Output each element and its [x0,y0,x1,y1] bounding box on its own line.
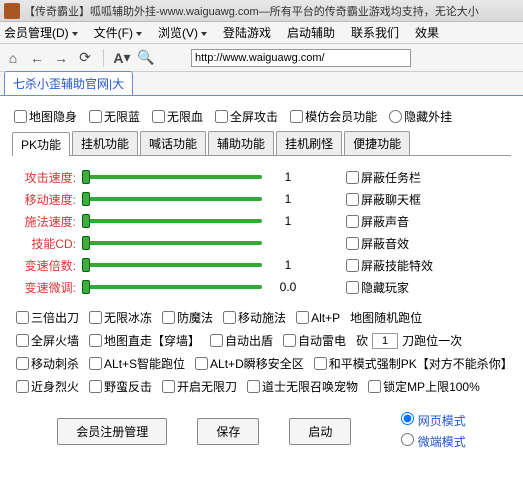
url-input[interactable] [191,49,411,67]
mode-radios: 网页模式 微端模式 [401,412,465,450]
check-mute-sound[interactable]: 屏蔽声音 [346,210,516,232]
save-button[interactable]: 保存 [197,418,259,445]
top-options-row: 地图隐身 无限蓝 无限血 全屏攻击 模仿会员功能 隐藏外挂 [6,104,517,129]
slider-cast-speed[interactable] [82,219,262,223]
menu-start[interactable]: 启动辅助 [287,24,335,41]
check-screen-attack[interactable]: 全屏攻击 [215,108,278,125]
check-peace-pk[interactable]: 和平模式强制PK【对方不能杀你】 [314,355,513,372]
radio-micro-mode[interactable]: 微端模式 [401,433,465,450]
tab-grind[interactable]: 挂机刷怪 [276,131,342,155]
radio-web-mode[interactable]: 网页模式 [401,412,465,429]
val-speed-mult: 1 [268,258,308,272]
main-area: 攻击速度: 1 移动速度: 1 施法速度: 1 技能CD: 变速倍数: [6,156,517,302]
val-speed-fine: 0.0 [268,280,308,294]
button-row: 会员注册管理 保存 启动 网页模式 微端模式 [6,402,517,454]
options-grid: 三倍出刀 无限冰冻 防魔法 移动施法 Alt+P 地图随机跑位 全屏火墙 地图直… [6,302,517,402]
tab-pk[interactable]: PK功能 [12,132,70,156]
check-alt-s[interactable]: ALt+S智能跑位 [89,355,185,372]
label-speed-mult: 变速倍数: [16,257,76,274]
check-inf-summon[interactable]: 道士无限召唤宠物 [247,378,358,395]
label-move-speed: 移动速度: [16,191,76,208]
refresh-icon[interactable]: ⟳ [76,49,94,67]
check-barbaric[interactable]: 野蛮反击 [89,378,152,395]
input-slash-count[interactable] [372,333,398,349]
check-inf-hp[interactable]: 无限血 [152,108,203,125]
check-mute-sfx[interactable]: 屏蔽音效 [346,232,516,254]
check-close-fire[interactable]: 近身烈火 [16,378,79,395]
check-lock-mp[interactable]: 锁定MP上限100% [368,378,480,395]
check-map-stealth[interactable]: 地图隐身 [14,108,77,125]
browser-tab[interactable]: 七杀小歪辅助官网|大 [4,71,133,95]
check-anti-magic[interactable]: 防魔法 [162,309,213,326]
menu-login[interactable]: 登陆游戏 [223,24,271,41]
menu-member[interactable]: 会员管理(D) [4,24,78,41]
check-hide-skill-fx[interactable]: 屏蔽技能特效 [346,254,516,276]
check-screen-firewall[interactable]: 全屏火墙 [16,332,79,349]
back-icon[interactable]: ← [28,49,46,67]
slider-speed-mult[interactable] [82,263,262,267]
slider-atk-speed[interactable] [82,175,262,179]
separator [103,49,104,67]
right-checks: 屏蔽任务栏 屏蔽聊天框 屏蔽声音 屏蔽音效 屏蔽技能特效 隐藏玩家 [346,166,516,298]
slider-move-speed[interactable] [82,197,262,201]
label-map-random: 地图随机跑位 [350,309,422,326]
menu-effect[interactable]: 效果 [415,24,439,41]
member-register-button[interactable]: 会员注册管理 [57,418,167,445]
check-auto-thunder[interactable]: 自动雷电 [283,332,346,349]
tab-shout[interactable]: 喊话功能 [140,131,206,155]
check-hide-chat[interactable]: 屏蔽聊天框 [346,188,516,210]
label-kan: 砍 [356,332,368,349]
check-alt-d[interactable]: ALt+D瞬移安全区 [195,355,304,372]
menu-file[interactable]: 文件(F) [94,24,142,41]
tab-assist[interactable]: 辅助功能 [208,131,274,155]
check-inf-mana[interactable]: 无限蓝 [89,108,140,125]
app-icon [4,3,20,19]
home-icon[interactable]: ⌂ [4,49,22,67]
check-alt-p[interactable]: Alt+P [296,311,340,325]
search-icon[interactable]: 🔍 [137,49,155,67]
start-button[interactable]: 启动 [289,418,351,445]
forward-icon[interactable]: → [52,49,70,67]
label-speed-fine: 变速微调: [16,279,76,296]
label-slash-suffix: 刀跑位一次 [402,332,462,349]
check-hide-players[interactable]: 隐藏玩家 [346,276,516,298]
titlebar: 【传奇霸业】呱呱辅助外挂-www.waiguawg.com—所有平台的传奇霸业游… [0,0,523,22]
val-atk-speed: 1 [268,170,308,184]
subtabs: PK功能 挂机功能 喊话功能 辅助功能 挂机刷怪 便捷功能 [12,131,511,156]
tab-hangup[interactable]: 挂机功能 [72,131,138,155]
font-icon[interactable]: A▾ [113,49,131,67]
check-inf-freeze[interactable]: 无限冰冻 [89,309,152,326]
check-move-stab[interactable]: 移动刺杀 [16,355,79,372]
slider-speed-fine[interactable] [82,285,262,289]
check-move-cast[interactable]: 移动施法 [223,309,286,326]
label-cast-speed: 施法速度: [16,213,76,230]
check-map-straight[interactable]: 地图直走【穿墙】 [89,332,200,349]
radio-hide-hack[interactable]: 隐藏外挂 [389,108,452,125]
check-inf-blade[interactable]: 开启无限刀 [162,378,237,395]
label-skill-cd: 技能CD: [16,235,76,252]
check-auto-shield[interactable]: 自动出盾 [210,332,273,349]
label-atk-speed: 攻击速度: [16,169,76,186]
check-hide-taskbar[interactable]: 屏蔽任务栏 [346,166,516,188]
val-cast-speed: 1 [268,214,308,228]
menu-view[interactable]: 浏览(V) [158,24,207,41]
content: 地图隐身 无限蓝 无限血 全屏攻击 模仿会员功能 隐藏外挂 PK功能 挂机功能 … [0,96,523,462]
tab-convenient[interactable]: 便捷功能 [344,131,410,155]
check-triple-slash[interactable]: 三倍出刀 [16,309,79,326]
toolbar: ⌂ ← → ⟳ A▾ 🔍 [0,44,523,72]
menubar: 会员管理(D) 文件(F) 浏览(V) 登陆游戏 启动辅助 联系我们 效果 [0,22,523,44]
slider-skill-cd[interactable] [82,241,262,245]
val-move-speed: 1 [268,192,308,206]
check-mock-member[interactable]: 模仿会员功能 [290,108,377,125]
menu-contact[interactable]: 联系我们 [351,24,399,41]
title-text: 【传奇霸业】呱呱辅助外挂-www.waiguawg.com—所有平台的传奇霸业游… [24,3,479,19]
browser-tabstrip: 七杀小歪辅助官网|大 [0,72,523,96]
